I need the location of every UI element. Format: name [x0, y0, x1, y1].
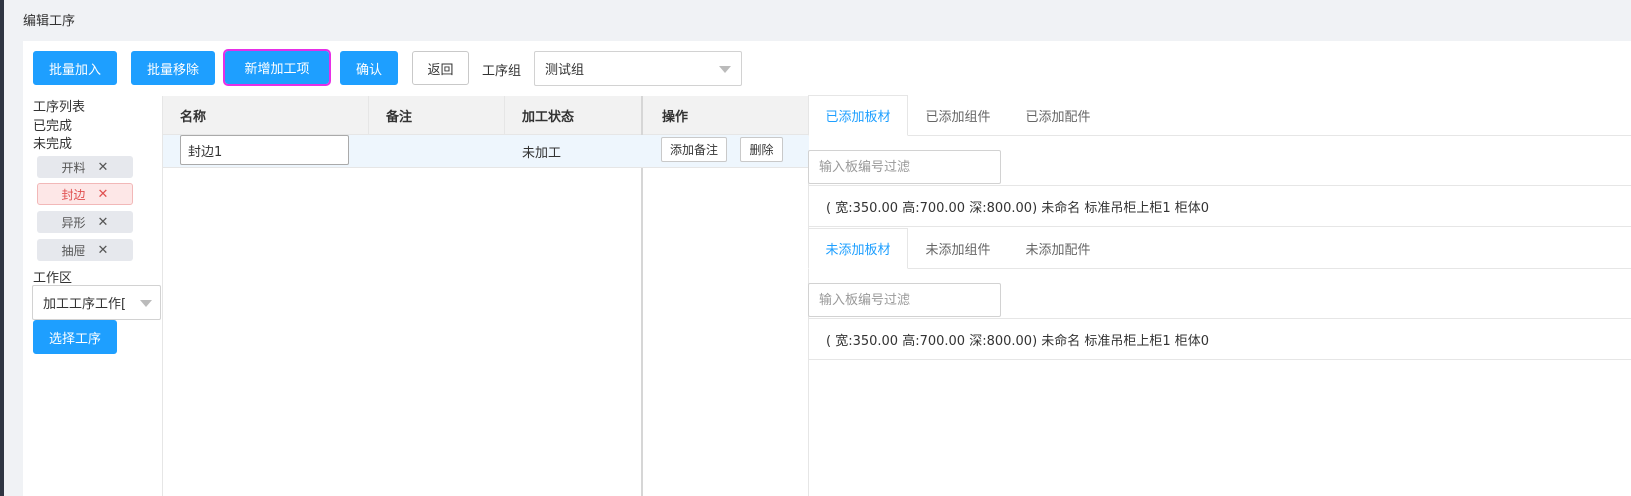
- process-tag-label: 抽屉: [61, 243, 86, 258]
- list-item[interactable]: ( 宽:350.00 高:700.00 深:800.00) 未命名 标准吊柜上柜…: [808, 185, 1631, 227]
- select-process-button[interactable]: 选择工序: [33, 320, 117, 354]
- process-tag-label: 异形: [61, 215, 86, 230]
- not-added-tabs: 未添加板材 未添加组件 未添加配件: [808, 228, 1631, 269]
- completed-label[interactable]: 已完成: [33, 115, 72, 134]
- workspace-select[interactable]: 加工工序工作[: [32, 285, 161, 320]
- uncompleted-label[interactable]: 未完成: [33, 133, 72, 152]
- process-group-label: 工序组: [482, 64, 522, 79]
- process-tag[interactable]: 异形 ✕: [37, 211, 133, 233]
- column-header-status: 加工状态: [522, 109, 575, 125]
- tab-not-added-components[interactable]: 未添加组件: [908, 228, 1008, 268]
- process-group-select[interactable]: 测试组: [534, 51, 742, 86]
- list-item[interactable]: ( 宽:350.00 高:700.00 深:800.00) 未命名 标准吊柜上柜…: [808, 318, 1631, 360]
- batch-add-button[interactable]: 批量加入: [33, 51, 117, 85]
- added-board-filter-input[interactable]: [808, 150, 1001, 184]
- process-name-value: 封边1: [188, 144, 223, 160]
- left-edge-bar: [0, 0, 4, 496]
- page-title: 编辑工序: [23, 14, 76, 29]
- close-icon[interactable]: ✕: [98, 215, 109, 230]
- not-added-board-filter-input[interactable]: [808, 283, 1001, 317]
- add-process-item-button[interactable]: 新增加工项: [223, 49, 331, 86]
- column-header-note: 备注: [386, 109, 413, 125]
- delete-button[interactable]: 删除: [740, 137, 783, 162]
- close-icon[interactable]: ✕: [98, 187, 109, 202]
- column-header-actions: 操作: [662, 109, 689, 125]
- table-header: 名称 备注 加工状态 操作: [163, 96, 809, 135]
- tab-not-added-accessories[interactable]: 未添加配件: [1008, 228, 1108, 268]
- workspace-value: 加工工序工作[: [43, 297, 127, 312]
- process-tag[interactable]: 开料 ✕: [37, 156, 133, 178]
- status-cell: 未加工: [522, 145, 562, 161]
- chevron-down-icon: [719, 65, 731, 73]
- batch-remove-button[interactable]: 批量移除: [131, 51, 215, 85]
- tab-not-added-boards[interactable]: 未添加板材: [808, 228, 908, 269]
- close-icon[interactable]: ✕: [98, 160, 109, 175]
- process-tag-label: 封边: [61, 187, 86, 202]
- chevron-down-icon: [140, 299, 152, 307]
- confirm-button[interactable]: 确认: [340, 51, 398, 85]
- process-tag-label: 开料: [61, 160, 86, 175]
- tab-added-components[interactable]: 已添加组件: [908, 95, 1008, 135]
- process-name-input[interactable]: 封边1: [180, 135, 349, 165]
- process-list-label: 工序列表: [33, 100, 86, 115]
- workspace-label: 工作区: [33, 271, 73, 286]
- process-tag[interactable]: 抽屉 ✕: [37, 239, 133, 261]
- tab-added-boards[interactable]: 已添加板材: [808, 95, 908, 136]
- process-tag-active[interactable]: 封边 ✕: [37, 183, 133, 205]
- close-icon[interactable]: ✕: [98, 243, 109, 258]
- back-button[interactable]: 返回: [412, 51, 469, 85]
- process-group-value: 测试组: [545, 63, 585, 78]
- tab-added-accessories[interactable]: 已添加配件: [1008, 95, 1108, 135]
- process-table: 名称 备注 加工状态 操作 封边1 未加工 添加备注 删除: [162, 96, 809, 496]
- column-header-name: 名称: [180, 109, 207, 125]
- main-panel: 批量加入 批量移除 新增加工项 确认 返回 工序组 测试组 工序列表 已完成 未…: [23, 41, 1631, 496]
- add-note-button[interactable]: 添加备注: [661, 137, 727, 162]
- added-tabs: 已添加板材 已添加组件 已添加配件: [808, 95, 1631, 136]
- table-row: 封边1 未加工 添加备注 删除: [163, 135, 809, 168]
